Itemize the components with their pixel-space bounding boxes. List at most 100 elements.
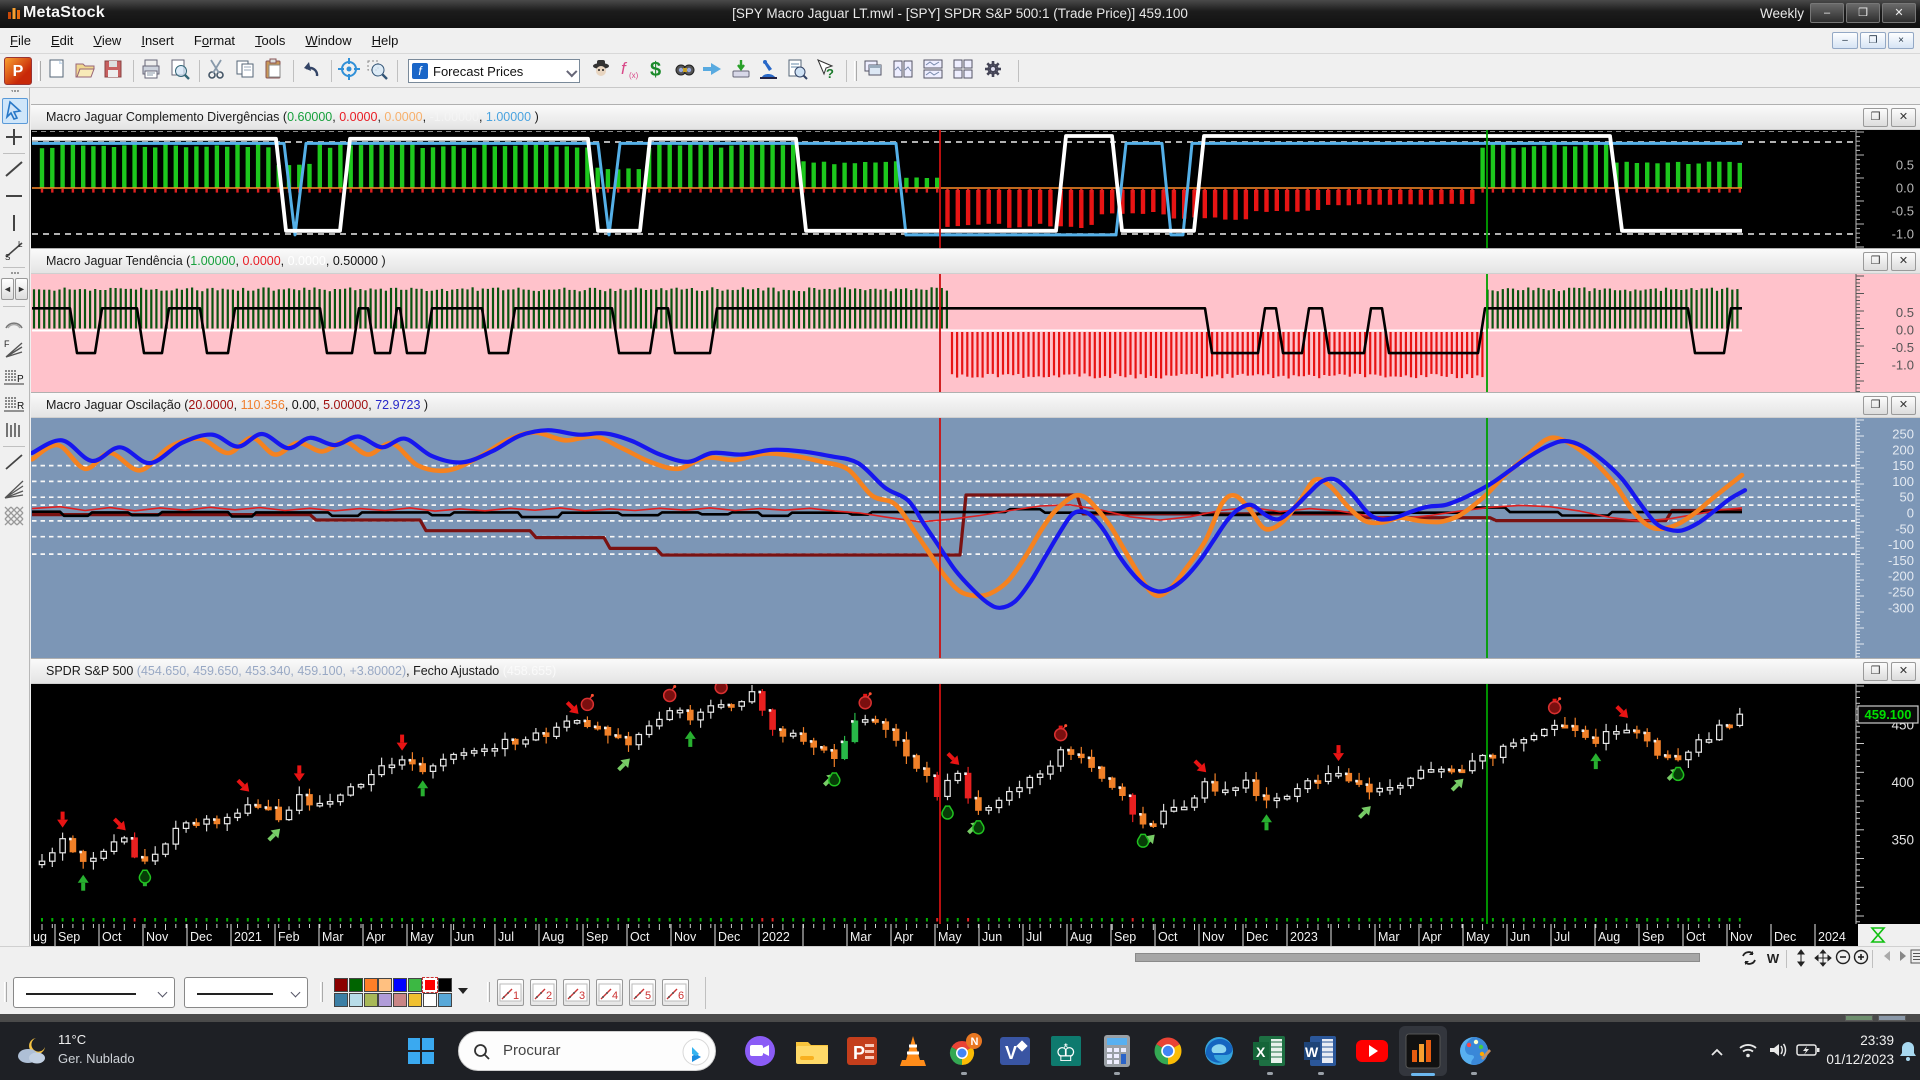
- toolbar-print-preview-button[interactable]: [168, 58, 194, 84]
- panel-restore-button[interactable]: ❒: [1863, 662, 1888, 681]
- close-button[interactable]: ✕: [1882, 3, 1916, 23]
- taskbar-file-explorer-icon[interactable]: [792, 1032, 830, 1070]
- tool-pointer-button[interactable]: [2, 98, 28, 124]
- tool-trendline-diagonal-button[interactable]: [2, 157, 28, 183]
- toolbar-cut-button[interactable]: [206, 58, 232, 84]
- color-swatch[interactable]: [364, 993, 378, 1007]
- tool-cycle-lines-button[interactable]: [2, 418, 28, 444]
- line-weight-combo[interactable]: [184, 977, 308, 1008]
- taskbar-word-icon[interactable]: W: [1302, 1032, 1340, 1070]
- toolbar-save-button[interactable]: [102, 58, 128, 84]
- powerbar-p-button[interactable]: P: [4, 57, 32, 85]
- menu-help[interactable]: Help: [362, 28, 409, 53]
- toolbar-options-gear-button[interactable]: [982, 58, 1008, 84]
- toolbar-new-document-button[interactable]: [46, 58, 72, 84]
- tool-fibonacci-fan-button[interactable]: F: [2, 337, 28, 363]
- taskbar-powerpoint-icon[interactable]: P: [843, 1032, 881, 1070]
- scroll-menu-button[interactable]: [1906, 949, 1920, 970]
- panel-restore-button[interactable]: ❒: [1863, 108, 1888, 127]
- taskbar-visio-icon[interactable]: V: [996, 1032, 1034, 1070]
- taskbar-excel-icon[interactable]: X: [1251, 1032, 1289, 1070]
- oscilacao-chart[interactable]: 250200150100500-50-100-150-200-250-300: [31, 418, 1920, 658]
- tool-trendline-vertical-button[interactable]: [2, 211, 28, 237]
- panel-close-button[interactable]: ✕: [1891, 396, 1916, 415]
- color-swatch[interactable]: [423, 993, 437, 1007]
- toolbar-tile-vertical-button[interactable]: [892, 58, 918, 84]
- palette-dropdown-arrow[interactable]: [458, 988, 468, 994]
- color-swatch[interactable]: [393, 978, 407, 992]
- panel-restore-button[interactable]: ❒: [1863, 252, 1888, 271]
- panel-close-button[interactable]: ✕: [1891, 252, 1916, 271]
- template-1-button[interactable]: 1: [497, 979, 524, 1006]
- search-box[interactable]: Procurar: [458, 1031, 716, 1071]
- taskbar-chrome-n-icon[interactable]: N: [945, 1032, 983, 1070]
- scroll-weekly-button[interactable]: W: [1762, 949, 1784, 970]
- template-6-button[interactable]: 6: [662, 979, 689, 1006]
- nav-right-button[interactable]: ►: [15, 278, 28, 300]
- taskbar-calculator-icon[interactable]: [1098, 1032, 1136, 1070]
- taskbar-edge-icon[interactable]: [1200, 1032, 1238, 1070]
- taskbar-metastock-icon[interactable]: [1404, 1032, 1442, 1070]
- panel-restore-button[interactable]: ❒: [1863, 396, 1888, 415]
- clock[interactable]: 23:3901/12/2023: [1826, 1031, 1894, 1069]
- color-swatch[interactable]: [438, 978, 452, 992]
- color-swatch[interactable]: [438, 993, 452, 1007]
- tool-trendline-sl-button[interactable]: SL: [2, 238, 28, 264]
- scroll-refresh-button[interactable]: [1738, 949, 1760, 970]
- battery-icon[interactable]: [1796, 1042, 1820, 1058]
- child-close-button[interactable]: ×: [1888, 32, 1914, 49]
- volume-icon[interactable]: [1768, 1042, 1788, 1058]
- nav-left-button[interactable]: ◄: [1, 278, 14, 300]
- tool-speed-lines-button[interactable]: [2, 477, 28, 503]
- color-swatch[interactable]: [423, 978, 437, 992]
- horizontal-scrollbar-thumb[interactable]: [1135, 953, 1700, 962]
- menu-window[interactable]: Window: [295, 28, 361, 53]
- toolbar-report-button[interactable]: [786, 58, 812, 84]
- toolbar-explorer-button[interactable]: [590, 58, 616, 84]
- color-swatch[interactable]: [408, 993, 422, 1007]
- toolbar-scan-button[interactable]: [674, 58, 700, 84]
- start-button[interactable]: [408, 1038, 434, 1064]
- scroll-vertical-zoom-button[interactable]: [1790, 949, 1812, 970]
- tool-trendline-horizontal-button[interactable]: [2, 184, 28, 210]
- taskbar-teams-video-icon[interactable]: [741, 1032, 779, 1070]
- menu-file[interactable]: File: [0, 28, 41, 53]
- toolbar-undo-button[interactable]: [300, 58, 326, 84]
- color-swatch[interactable]: [334, 978, 348, 992]
- time-axis[interactable]: ugSepOctNovDec2021FebMarAprMayJunJulAugS…: [31, 924, 1920, 946]
- tool-crosshair-plus-button[interactable]: [2, 125, 28, 151]
- menu-tools[interactable]: Tools: [245, 28, 295, 53]
- toolbar-cascade-windows-button[interactable]: [862, 58, 888, 84]
- template-5-button[interactable]: 5: [629, 979, 656, 1006]
- tool-fibonacci-price-button[interactable]: P: [2, 364, 28, 390]
- color-swatch[interactable]: [349, 978, 363, 992]
- toolbar-dollar-button[interactable]: $: [646, 58, 672, 84]
- taskbar-youtube-icon[interactable]: [1353, 1032, 1391, 1070]
- menu-edit[interactable]: Edit: [41, 28, 83, 53]
- line-style-combo[interactable]: [13, 977, 175, 1008]
- toolbar-tile-horizontal-button[interactable]: [922, 58, 948, 84]
- taskbar-vlc-icon[interactable]: [894, 1032, 932, 1070]
- maximize-button[interactable]: ❒: [1846, 3, 1880, 23]
- taskbar-paint-icon[interactable]: [1455, 1032, 1493, 1070]
- toolbar-system-tester-button[interactable]: [758, 58, 784, 84]
- menu-insert[interactable]: Insert: [131, 28, 184, 53]
- template-2-button[interactable]: 2: [530, 979, 557, 1006]
- color-swatch[interactable]: [364, 978, 378, 992]
- toolbar-indicator-builder-button[interactable]: f(x): [618, 58, 644, 84]
- child-minimize-button[interactable]: –: [1832, 32, 1858, 49]
- toolbar-forward-test-button[interactable]: [702, 58, 728, 84]
- tool-fibonacci-retracement-button[interactable]: R: [2, 391, 28, 417]
- toolbar-paste-button[interactable]: [262, 58, 288, 84]
- divergencias-chart[interactable]: 0.50.0-0.5-1.0: [31, 130, 1920, 248]
- template-4-button[interactable]: 4: [596, 979, 623, 1006]
- template-3-button[interactable]: 3: [563, 979, 590, 1006]
- price-chart[interactable]: 450400350459.100: [31, 684, 1920, 924]
- menu-view[interactable]: View: [83, 28, 131, 53]
- panel-close-button[interactable]: ✕: [1891, 108, 1916, 127]
- wifi-icon[interactable]: [1738, 1042, 1758, 1058]
- minimize-button[interactable]: –: [1810, 3, 1844, 23]
- color-swatch[interactable]: [408, 978, 422, 992]
- color-swatch[interactable]: [393, 993, 407, 1007]
- toolbar-print-button[interactable]: [140, 58, 166, 84]
